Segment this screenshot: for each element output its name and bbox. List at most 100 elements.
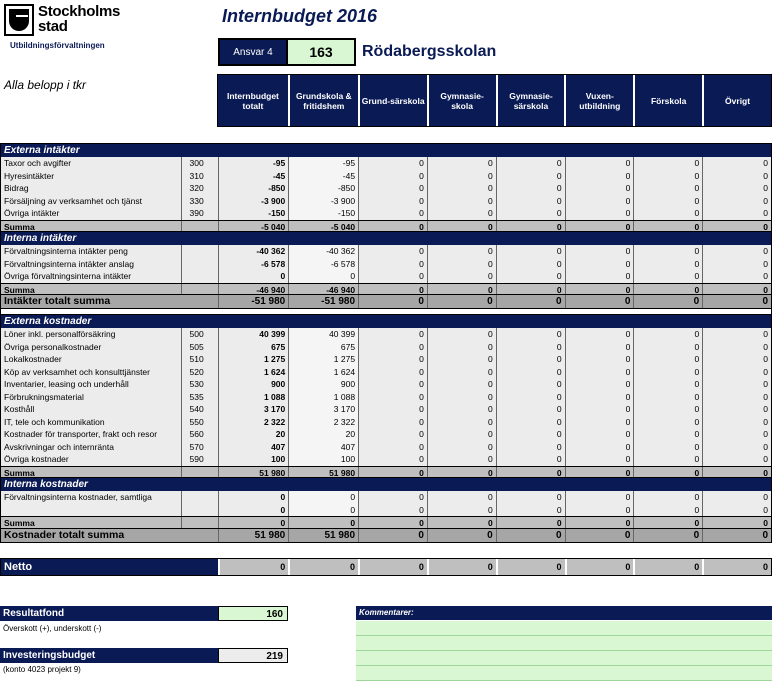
table-cell[interactable]: 0 xyxy=(426,340,496,353)
table-cell[interactable]: 0 xyxy=(426,169,496,182)
table-cell[interactable]: 0 xyxy=(358,390,427,403)
table-cell[interactable]: 1 088 xyxy=(288,390,359,403)
table-cell[interactable]: 0 xyxy=(564,340,634,353)
table-cell[interactable]: 0 xyxy=(358,415,427,428)
table-cell[interactable]: 0 xyxy=(426,491,496,504)
ansvar-number-cell[interactable]: 163 xyxy=(288,38,356,66)
table-cell[interactable]: -6 578 xyxy=(288,257,359,270)
table-cell[interactable]: 0 xyxy=(358,270,427,283)
table-cell[interactable]: 0 xyxy=(564,428,634,441)
table-cell[interactable]: 0 xyxy=(358,245,427,258)
table-cell[interactable]: 0 xyxy=(426,328,496,341)
table-cell[interactable]: 0 xyxy=(495,365,565,378)
table-cell[interactable]: 0 xyxy=(633,390,702,403)
table-cell[interactable]: 0 xyxy=(426,207,496,220)
table-cell[interactable]: 0 xyxy=(564,491,634,504)
table-cell[interactable]: 0 xyxy=(633,428,702,441)
table-cell[interactable]: 0 xyxy=(426,390,496,403)
table-cell[interactable]: 0 xyxy=(426,428,496,441)
table-cell[interactable]: 0 xyxy=(288,491,359,504)
table-cell[interactable]: 0 xyxy=(702,353,771,366)
table-cell[interactable]: 675 xyxy=(288,340,359,353)
table-cell[interactable]: 100 xyxy=(288,453,359,466)
table-cell[interactable]: 0 xyxy=(702,491,771,504)
table-cell[interactable]: 0 xyxy=(702,328,771,341)
table-cell[interactable]: 0 xyxy=(426,157,496,170)
table-cell[interactable]: 3 170 xyxy=(288,403,359,416)
table-cell[interactable]: 0 xyxy=(633,270,702,283)
table-cell[interactable]: 0 xyxy=(358,403,427,416)
table-cell[interactable]: 0 xyxy=(495,245,565,258)
table-cell[interactable]: 0 xyxy=(426,503,496,516)
table-cell[interactable]: 1 275 xyxy=(288,353,359,366)
table-cell[interactable]: 0 xyxy=(633,157,702,170)
table-cell[interactable]: 0 xyxy=(564,378,634,391)
table-cell[interactable]: 0 xyxy=(633,328,702,341)
table-cell[interactable]: 0 xyxy=(358,157,427,170)
table-cell[interactable]: 0 xyxy=(426,440,496,453)
table-cell[interactable]: 0 xyxy=(495,415,565,428)
table-cell[interactable]: 0 xyxy=(702,270,771,283)
table-cell[interactable]: 0 xyxy=(426,245,496,258)
table-cell[interactable]: 0 xyxy=(426,378,496,391)
table-cell[interactable]: 0 xyxy=(358,378,427,391)
table-cell[interactable]: 0 xyxy=(426,365,496,378)
table-cell[interactable]: 0 xyxy=(702,157,771,170)
table-cell[interactable]: 0 xyxy=(633,245,702,258)
table-cell[interactable]: 0 xyxy=(495,207,565,220)
table-cell[interactable]: 0 xyxy=(633,378,702,391)
table-cell[interactable]: 0 xyxy=(495,328,565,341)
table-cell[interactable]: 0 xyxy=(495,194,565,207)
comment-line[interactable] xyxy=(356,636,772,651)
table-cell[interactable]: 0 xyxy=(633,503,702,516)
table-cell[interactable]: 0 xyxy=(564,328,634,341)
table-cell[interactable]: 0 xyxy=(702,440,771,453)
table-cell[interactable]: 0 xyxy=(288,503,359,516)
table-cell[interactable]: 0 xyxy=(702,169,771,182)
table-cell[interactable]: 0 xyxy=(702,390,771,403)
table-cell[interactable]: 0 xyxy=(564,194,634,207)
table-cell[interactable]: 0 xyxy=(358,365,427,378)
table-cell[interactable]: 0 xyxy=(564,270,634,283)
table-cell[interactable]: 900 xyxy=(288,378,359,391)
table-cell[interactable]: 0 xyxy=(288,270,359,283)
table-cell[interactable]: 0 xyxy=(426,257,496,270)
table-cell[interactable]: 0 xyxy=(495,270,565,283)
table-cell[interactable]: 0 xyxy=(358,328,427,341)
table-cell[interactable]: 0 xyxy=(702,365,771,378)
table-cell[interactable]: 0 xyxy=(564,503,634,516)
table-cell[interactable]: 0 xyxy=(633,340,702,353)
table-cell[interactable]: 0 xyxy=(633,440,702,453)
table-cell[interactable]: 0 xyxy=(495,390,565,403)
resultatfond-value[interactable]: 160 xyxy=(218,606,288,621)
table-cell[interactable]: 0 xyxy=(564,169,634,182)
table-cell[interactable]: 2 322 xyxy=(288,415,359,428)
table-cell[interactable]: -3 900 xyxy=(288,194,359,207)
table-cell[interactable]: 0 xyxy=(358,453,427,466)
table-cell[interactable]: 0 xyxy=(495,428,565,441)
table-cell[interactable]: 0 xyxy=(426,194,496,207)
table-cell[interactable]: 0 xyxy=(633,403,702,416)
table-cell[interactable]: 0 xyxy=(564,403,634,416)
table-cell[interactable]: 0 xyxy=(564,207,634,220)
table-cell[interactable]: 0 xyxy=(358,207,427,220)
table-cell[interactable]: 0 xyxy=(495,440,565,453)
table-cell[interactable]: 0 xyxy=(426,415,496,428)
table-cell[interactable]: 0 xyxy=(702,503,771,516)
table-cell[interactable]: 0 xyxy=(564,440,634,453)
table-cell[interactable]: 0 xyxy=(564,182,634,195)
table-cell[interactable]: 0 xyxy=(495,182,565,195)
table-cell[interactable]: 0 xyxy=(564,157,634,170)
table-cell[interactable]: 0 xyxy=(358,257,427,270)
table-cell[interactable]: 0 xyxy=(358,340,427,353)
table-cell[interactable]: 0 xyxy=(426,270,496,283)
table-cell[interactable]: 0 xyxy=(495,340,565,353)
table-cell[interactable]: 0 xyxy=(633,365,702,378)
table-cell[interactable]: -45 xyxy=(288,169,359,182)
table-cell[interactable]: 0 xyxy=(633,182,702,195)
table-cell[interactable]: 0 xyxy=(702,207,771,220)
table-cell[interactable]: 0 xyxy=(702,403,771,416)
table-cell[interactable]: -95 xyxy=(288,157,359,170)
table-cell[interactable]: 0 xyxy=(495,503,565,516)
table-cell[interactable]: 0 xyxy=(702,378,771,391)
